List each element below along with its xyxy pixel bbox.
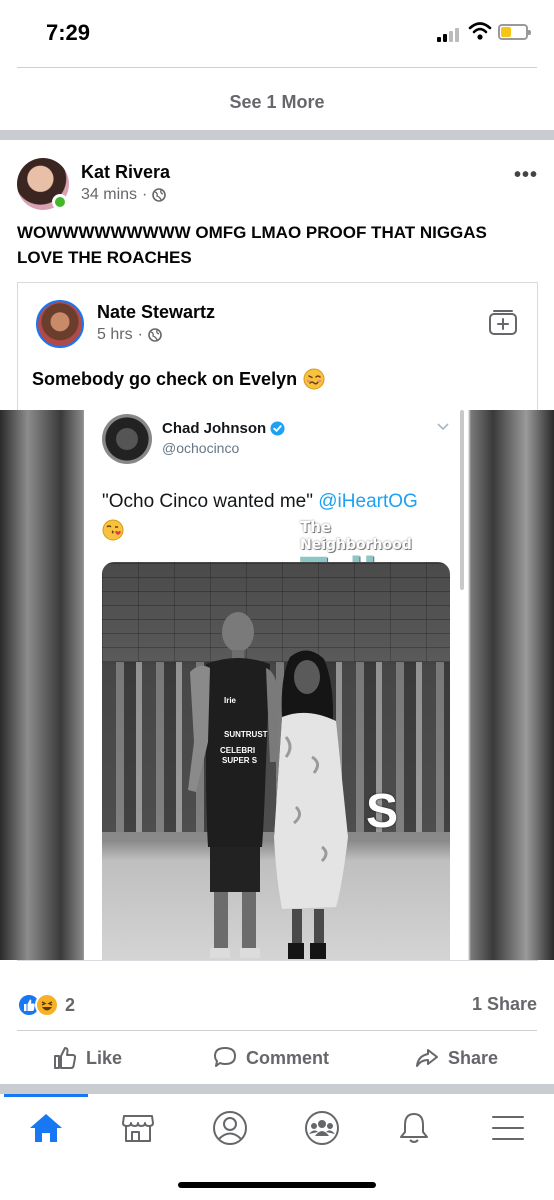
tweet-quote: "Ocho Cinco wanted me" bbox=[102, 491, 319, 512]
shared-post-text: Somebody go check on Evelyn bbox=[32, 368, 325, 390]
marketplace-icon bbox=[122, 1115, 154, 1142]
notifications-tab[interactable] bbox=[394, 1108, 434, 1148]
shared-post-meta: 5 hrs · bbox=[97, 326, 162, 344]
reactions-summary[interactable]: 2 bbox=[17, 992, 75, 1018]
verified-badge-icon bbox=[270, 421, 285, 436]
globe-icon bbox=[148, 328, 162, 342]
tweet-author-name: Chad Johnson bbox=[162, 420, 267, 437]
battery-icon bbox=[498, 24, 531, 40]
home-icon bbox=[30, 1114, 62, 1142]
post-text: WOWWWWWWWWW OMFG LMAO PROOF THAT NIGGAS … bbox=[17, 223, 487, 267]
comment-button[interactable]: Comment bbox=[212, 1040, 329, 1076]
marketplace-tab[interactable] bbox=[118, 1108, 158, 1148]
home-tab[interactable] bbox=[26, 1108, 66, 1148]
previous-post-edge bbox=[17, 60, 537, 68]
status-time: 7:29 bbox=[46, 20, 91, 45]
share-button[interactable]: Share bbox=[414, 1040, 498, 1076]
comment-label: Comment bbox=[246, 1047, 330, 1068]
meta-separator: · bbox=[142, 186, 148, 203]
tweet-mention: @iHeartOG bbox=[318, 491, 418, 512]
tweet-handle: @ochocinco bbox=[162, 440, 240, 456]
post-meta: 34 mins · bbox=[81, 186, 167, 204]
court-logo-letter: S bbox=[366, 785, 399, 838]
tweet-author: Chad Johnson bbox=[162, 420, 285, 437]
jersey-text-1: Irie bbox=[224, 696, 237, 705]
active-tab-indicator bbox=[4, 1094, 88, 1097]
actions-divider bbox=[17, 1030, 537, 1031]
tweet-photo: Irie SUNTRUST CELEBRI SUPER S S bbox=[102, 562, 450, 960]
shared-card-footer bbox=[17, 960, 538, 976]
jersey-text-3: CELEBRI bbox=[220, 746, 256, 755]
cellular-signal-icon bbox=[437, 26, 463, 42]
comment-bubble-icon bbox=[214, 1047, 236, 1067]
reaction-count: 2 bbox=[65, 994, 76, 1015]
share-label: Share bbox=[448, 1047, 499, 1068]
share-count[interactable]: 1 Share bbox=[472, 994, 537, 1015]
menu-tab[interactable] bbox=[488, 1108, 528, 1148]
groups-tab[interactable] bbox=[302, 1108, 342, 1148]
profile-tab[interactable] bbox=[210, 1108, 250, 1148]
meta-separator: · bbox=[137, 326, 143, 343]
shared-author-name[interactable]: Nate Stewartz bbox=[97, 302, 215, 323]
watermark-line-1: The bbox=[300, 518, 332, 536]
post-options-icon[interactable]: ••• bbox=[514, 164, 538, 187]
profile-icon bbox=[213, 1111, 247, 1145]
shared-post-caption: Somebody go check on Evelyn bbox=[32, 368, 298, 389]
tweet-scrollbar bbox=[460, 410, 464, 590]
groups-icon bbox=[305, 1111, 339, 1145]
thumbs-up-icon bbox=[54, 1047, 77, 1069]
face-blowing-kiss-icon bbox=[102, 519, 124, 541]
bell-icon bbox=[400, 1113, 428, 1143]
globe-icon bbox=[152, 188, 167, 202]
tweet-screenshot: Chad Johnson @ochocinco "Ocho Cinco want… bbox=[84, 410, 468, 960]
online-status-indicator bbox=[52, 194, 68, 210]
like-button[interactable]: Like bbox=[52, 1040, 122, 1076]
post-actions: Like Comment Share bbox=[0, 1040, 554, 1076]
feed-divider bbox=[0, 1084, 554, 1094]
status-bar: 7:29 bbox=[0, 0, 554, 60]
photo-person-woman bbox=[274, 650, 348, 959]
chevron-down-icon bbox=[437, 423, 449, 431]
shared-post-image[interactable]: Chad Johnson @ochocinco "Ocho Cinco want… bbox=[0, 410, 554, 960]
shared-post-timestamp[interactable]: 5 hrs bbox=[97, 326, 133, 344]
like-label: Like bbox=[86, 1047, 123, 1068]
feed-divider bbox=[0, 130, 554, 140]
shared-author-avatar[interactable] bbox=[36, 300, 84, 348]
post-author-name[interactable]: Kat Rivera bbox=[81, 162, 170, 183]
woozy-face-icon bbox=[303, 368, 325, 390]
post-timestamp[interactable]: 34 mins bbox=[81, 186, 137, 204]
menu-icon bbox=[492, 1116, 524, 1140]
share-arrow-icon bbox=[416, 1049, 438, 1067]
haha-reaction-icon bbox=[35, 993, 59, 1017]
wifi-icon bbox=[468, 22, 492, 40]
tweet-avatar bbox=[102, 414, 152, 464]
save-collection-icon[interactable] bbox=[488, 308, 518, 336]
see-more-link[interactable]: See 1 More bbox=[0, 92, 554, 113]
home-indicator-bar[interactable] bbox=[178, 1182, 376, 1188]
